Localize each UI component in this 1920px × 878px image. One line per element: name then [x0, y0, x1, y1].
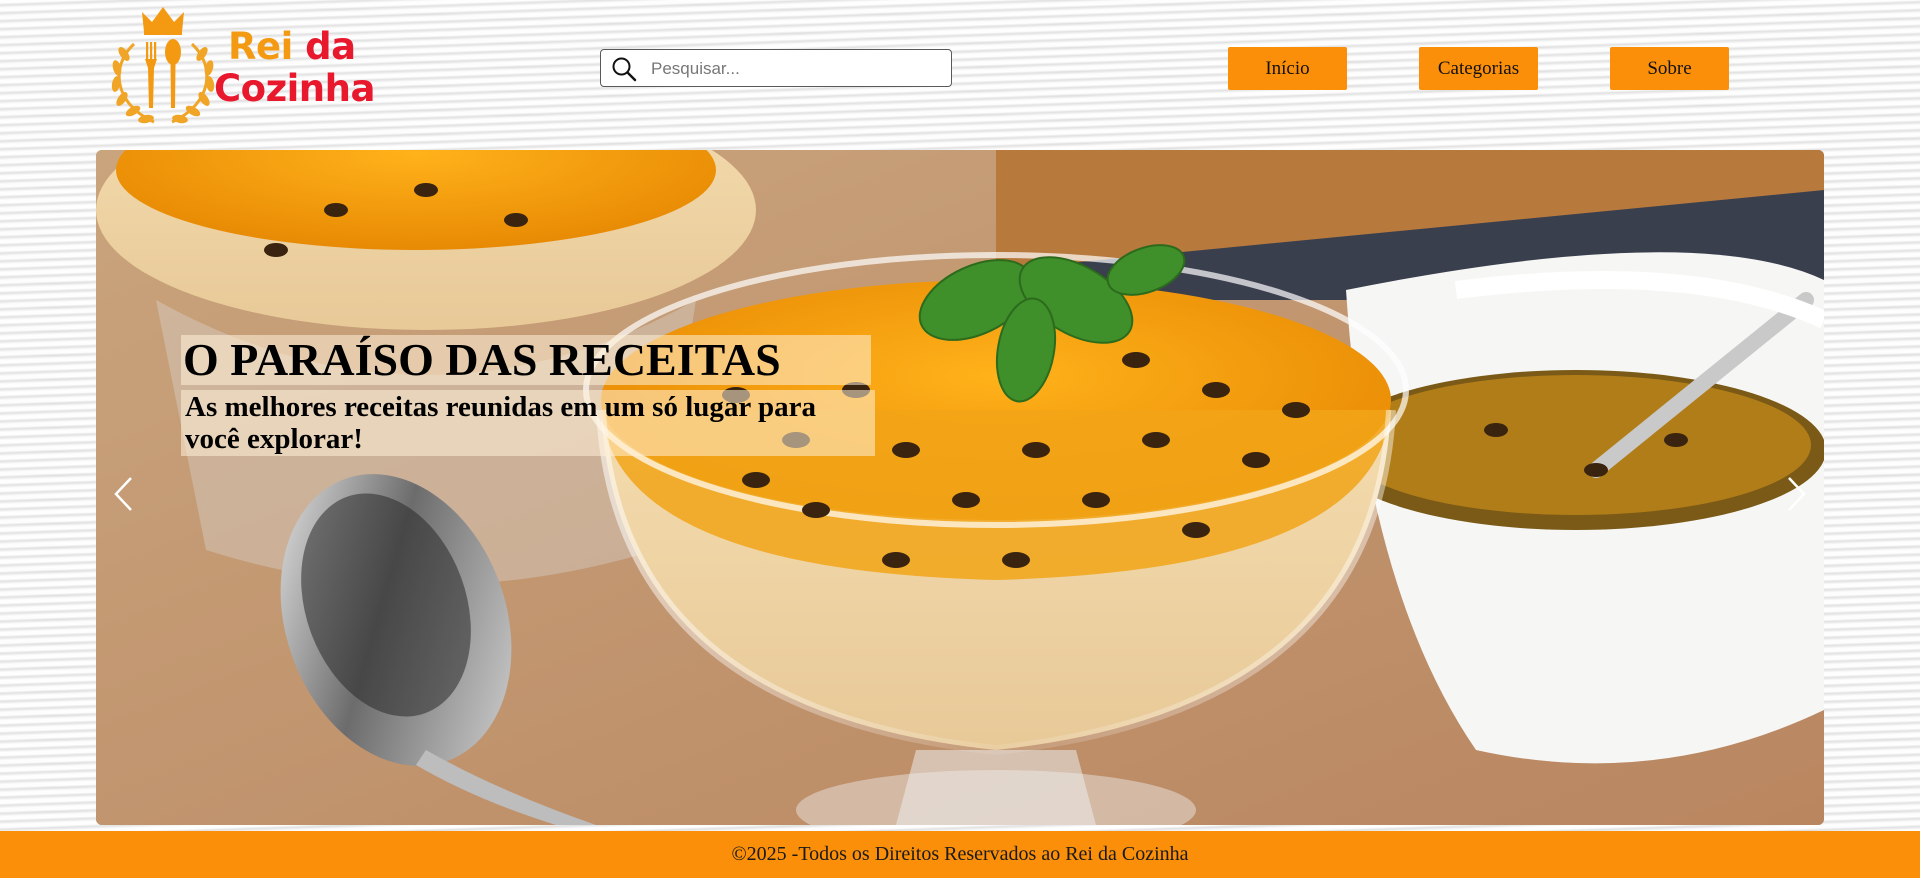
- nav-inicio-button[interactable]: Início: [1228, 47, 1347, 90]
- logo-wordmark: Rei da Cozinha: [214, 25, 375, 110]
- logo-word-da: da: [305, 25, 356, 68]
- logo-word-rei: Rei: [228, 25, 293, 68]
- crown-cutlery-logo-icon: [111, 7, 215, 124]
- site-footer: ©2025 -Todos os Direitos Reservados ao R…: [0, 831, 1920, 878]
- search-icon[interactable]: [611, 56, 637, 82]
- carousel-next-button[interactable]: [1776, 468, 1816, 520]
- footer-copyright: ©2025 -Todos os Direitos Reservados ao R…: [731, 843, 1189, 865]
- chevron-left-icon: [114, 477, 132, 511]
- logo-word-cozinha: Cozinha: [214, 67, 375, 110]
- search-box[interactable]: [600, 49, 952, 87]
- site-logo[interactable]: Rei da Cozinha: [104, 4, 424, 130]
- carousel-prev-button[interactable]: [104, 468, 144, 520]
- search-input[interactable]: [649, 55, 943, 83]
- hero-subtitle: As melhores receitas reunidas em um só l…: [181, 390, 875, 456]
- nav-sobre-button[interactable]: Sobre: [1610, 47, 1729, 90]
- hero-title: O PARAÍSO DAS RECEITAS: [181, 335, 871, 385]
- hero-dessert-image: [96, 150, 1824, 825]
- chevron-right-icon: [1788, 477, 1806, 511]
- hero-carousel: O PARAÍSO DAS RECEITAS As melhores recei…: [96, 150, 1824, 825]
- nav-categorias-button[interactable]: Categorias: [1419, 47, 1538, 90]
